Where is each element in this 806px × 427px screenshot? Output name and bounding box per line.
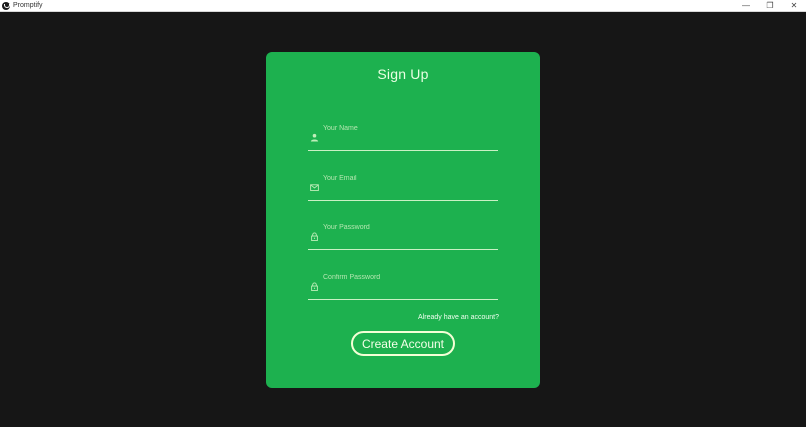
create-account-button[interactable]: Create Account	[351, 331, 455, 356]
password-field-row	[308, 220, 498, 250]
close-button[interactable]: ✕	[782, 0, 806, 12]
password-input[interactable]	[323, 220, 493, 234]
login-link[interactable]: Already have an account?	[418, 314, 499, 321]
window-titlebar: Promptify — ❐ ✕	[0, 0, 806, 12]
signup-title: Sign Up	[377, 66, 429, 82]
name-field-row	[308, 121, 498, 151]
user-icon	[310, 133, 319, 142]
window-controls: — ❐ ✕	[734, 0, 806, 12]
app-logo-icon	[2, 1, 10, 10]
signup-card: Sign Up Already have an account? Cre	[266, 52, 540, 388]
name-input[interactable]	[323, 121, 493, 135]
lock-icon	[311, 232, 318, 241]
email-input[interactable]	[323, 171, 493, 185]
mail-icon	[310, 184, 319, 192]
minimize-button[interactable]: —	[734, 0, 758, 12]
maximize-button[interactable]: ❐	[758, 0, 782, 12]
window-title: Promptify	[13, 1, 43, 9]
email-field-row	[308, 171, 498, 201]
confirm-password-field-row	[308, 270, 498, 300]
confirm-password-input[interactable]	[323, 270, 493, 284]
lock-icon	[311, 282, 318, 291]
